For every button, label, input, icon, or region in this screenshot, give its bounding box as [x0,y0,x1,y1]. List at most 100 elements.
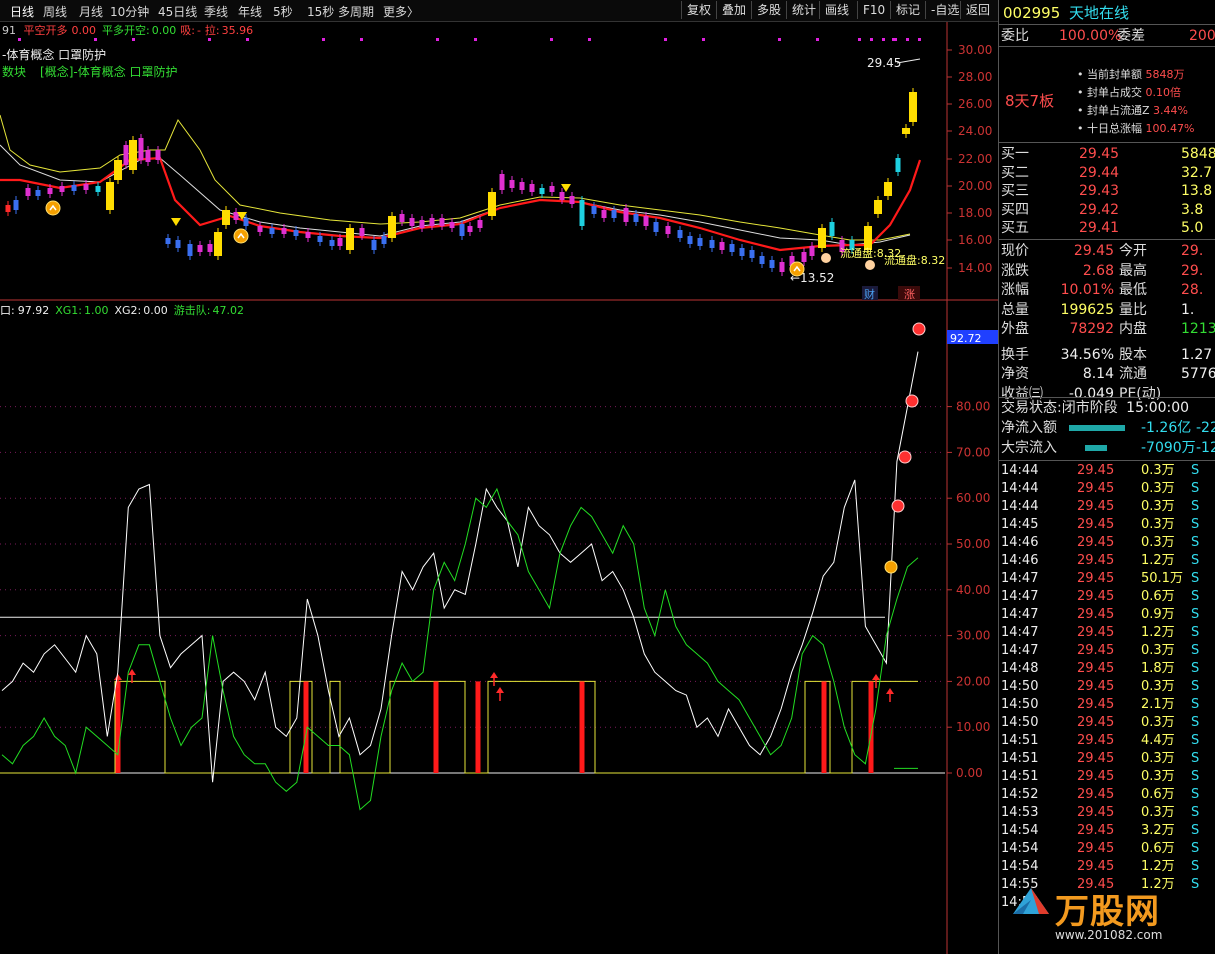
seal-item-value: 3.44% [1153,104,1188,117]
candle [677,230,683,238]
quote-label-2: 流通 [1119,366,1147,382]
candle [909,92,917,122]
tool-button[interactable]: F10 [857,1,890,19]
block-label: 大宗流入 [1001,440,1057,456]
signal-dot [208,38,211,41]
period-tab[interactable]: 多周期 [338,3,374,20]
up-arrow-head [114,674,122,680]
tool-button[interactable]: 多股 [751,1,786,19]
current-value: 92.72 [950,332,982,345]
tick-time: 14:44 [1001,481,1039,496]
tool-button[interactable]: 统计 [786,1,821,19]
bid-price: 29.45 [1079,146,1120,162]
bid-label: 买一 [1001,146,1029,162]
candle [643,216,649,226]
tick-side: S [1191,679,1200,694]
tick-row: 14:48 29.45 1.8万 S [1001,660,1215,678]
tick-price: 29.45 [1077,643,1115,658]
quote-value-2: 1213 [1181,321,1215,337]
tick-row: 14:54 29.45 3.2万 S [1001,822,1215,840]
signal-dot [550,38,553,41]
buy-signal-icon [789,261,805,277]
netflow-label: 净流入额 [1001,420,1057,436]
bid-row[interactable]: 买三 29.43 13.8 [1001,182,1215,200]
tick-volume: 0.3万 [1141,679,1175,694]
tool-button[interactable]: 复权 [681,1,716,19]
tick-price: 29.45 [1077,499,1115,514]
tool-button[interactable]: 标记 [890,1,925,19]
stock-header[interactable]: 002995 天地在线 [1003,4,1129,22]
bid-row[interactable]: 买五 29.41 5.0 [1001,219,1215,237]
candle [559,192,565,200]
tool-button[interactable]: 画线 [819,1,854,19]
tick-time: 14:46 [1001,553,1039,568]
sub-axis-label: 0.00 [956,766,983,780]
tick-row: 14:47 29.45 50.1万 S [1001,570,1215,588]
period-tab[interactable]: 日线 [10,3,34,20]
bid-row[interactable]: 买一 29.45 5848 [1001,145,1215,163]
tick-price: 29.45 [1077,697,1115,712]
candle [388,216,396,238]
quote-label: 现价 [1001,243,1029,259]
quote-row: 涨幅 10.01% 最低 28. [1001,281,1215,299]
period-tab[interactable]: 更多〉 [383,3,419,20]
tick-side: S [1191,517,1200,532]
candle [665,226,671,234]
candle [359,228,365,236]
tick-side: S [1191,589,1200,604]
candle [801,252,807,262]
candle [409,218,415,226]
weicha-value: 200 [1189,28,1215,44]
candle [71,185,77,191]
chart-area[interactable]: 91 平空开多 0.00 平多开空: 0.00 吸: - 拉: 35.96 -体育概念 口罩防护… [0,22,998,954]
candle [809,246,815,256]
candle [539,188,545,194]
tick-side: S [1191,535,1200,550]
period-tab[interactable]: 月线 [79,3,103,20]
period-tab[interactable]: 季线 [204,3,228,20]
tick-price: 29.45 [1077,787,1115,802]
tool-button[interactable]: -自选 [925,1,964,19]
tick-price: 29.45 [1077,535,1115,550]
peak-ball-icon [891,499,905,513]
tick-time: 14:50 [1001,679,1039,694]
period-tab[interactable]: 10分钟 [110,3,149,20]
block-bar [1085,445,1107,451]
period-tab[interactable]: 年线 [238,3,262,20]
period-tab[interactable]: 15秒 [307,3,334,20]
bid-row[interactable]: 买四 29.42 3.8 [1001,201,1215,219]
concept-line: -体育概念 口罩防护 [2,47,106,62]
signal-dot [882,38,885,41]
bid-row[interactable]: 买二 29.44 32.7 [1001,164,1215,182]
tool-button[interactable]: 叠加 [716,1,751,19]
period-tab[interactable]: 5秒 [273,3,293,20]
candle [419,220,425,228]
quote-row: 涨跌 2.68 最高 29. [1001,262,1215,280]
tick-side: S [1191,823,1200,838]
tick-row: 14:44 29.45 0.3万 S [1001,462,1215,480]
tick-price: 29.45 [1077,589,1115,604]
tool-button[interactable]: 返回 [960,1,995,19]
quote-value-2: 28. [1181,282,1204,298]
period-toolbar: 日线 周线 月线 10分钟 45日线 季线 年线 5秒 15秒 多周期 更多〉 复权 叠加 多股 统计 画线 F… [0,0,998,22]
quote-label: 净资 [1001,366,1029,382]
seal-item-value: 100.47% [1145,122,1195,135]
candle [729,244,735,252]
candle [145,150,151,162]
bid-volume: 3.8 [1181,201,1204,218]
tick-side: S [1191,733,1200,748]
period-tab[interactable]: 45日线 [158,3,197,20]
watermark: 万股网 www.201082.com [1011,878,1211,948]
quote-value: 8.14 [1082,366,1114,382]
tick-volume: 1.2万 [1141,859,1175,874]
tick-row: 14:50 29.45 0.3万 S [1001,678,1215,696]
tick-price: 29.45 [1077,751,1115,766]
period-tab[interactable]: 周线 [43,3,67,20]
bid-volume: 5848 [1181,146,1215,162]
quote-label: 涨幅 [1001,282,1029,298]
quote-value: 34.56% [1060,346,1114,363]
candle [399,214,405,222]
sub-axis-label: 40.00 [956,583,990,597]
tick-time: 14:50 [1001,697,1039,712]
seal-item: • 当前封单额 5848万 [1077,66,1184,82]
